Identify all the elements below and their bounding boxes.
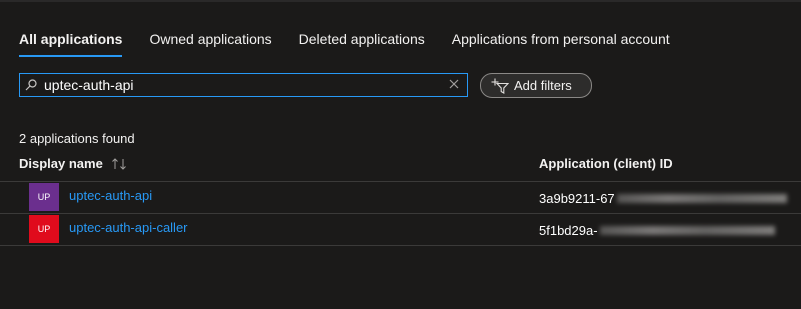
client-id-cell: 5f1bd29a- (539, 223, 775, 238)
client-id-cell: 3a9b9211-67 (539, 191, 787, 206)
table-row: UP uptec-auth-api 3a9b9211-67 (0, 182, 801, 213)
clear-icon[interactable] (448, 78, 460, 90)
column-header-client-id[interactable]: Application (client) ID (539, 156, 673, 171)
app-name-link[interactable]: uptec-auth-api (69, 188, 152, 203)
results-count: 2 applications found (19, 131, 135, 146)
add-filter-icon (491, 78, 509, 94)
add-filters-button[interactable]: Add filters (480, 73, 592, 98)
app-tabs: All applications Owned applications Dele… (19, 30, 697, 57)
column-header-display-name-label: Display name (19, 156, 103, 171)
table-row: UP uptec-auth-api-caller 5f1bd29a- (0, 214, 801, 245)
client-id-text: 5f1bd29a- (539, 223, 598, 238)
top-border (0, 0, 801, 2)
app-name-link[interactable]: uptec-auth-api-caller (69, 220, 188, 235)
avatar: UP (29, 215, 59, 243)
client-id-text: 3a9b9211-67 (539, 191, 615, 206)
search-input[interactable] (44, 77, 444, 93)
avatar: UP (29, 183, 59, 211)
sort-icon[interactable] (111, 157, 127, 170)
tab-personal-account-applications[interactable]: Applications from personal account (452, 30, 670, 56)
tab-deleted-applications[interactable]: Deleted applications (299, 30, 425, 56)
table-divider (0, 245, 801, 246)
search-box (19, 73, 468, 97)
tab-owned-applications[interactable]: Owned applications (149, 30, 271, 56)
redacted-id-blur (616, 194, 787, 203)
column-header-display-name[interactable]: Display name (19, 156, 127, 171)
tab-all-applications[interactable]: All applications (19, 30, 123, 57)
add-filters-label: Add filters (514, 78, 572, 93)
redacted-id-blur (599, 226, 775, 235)
search-icon (25, 79, 37, 91)
